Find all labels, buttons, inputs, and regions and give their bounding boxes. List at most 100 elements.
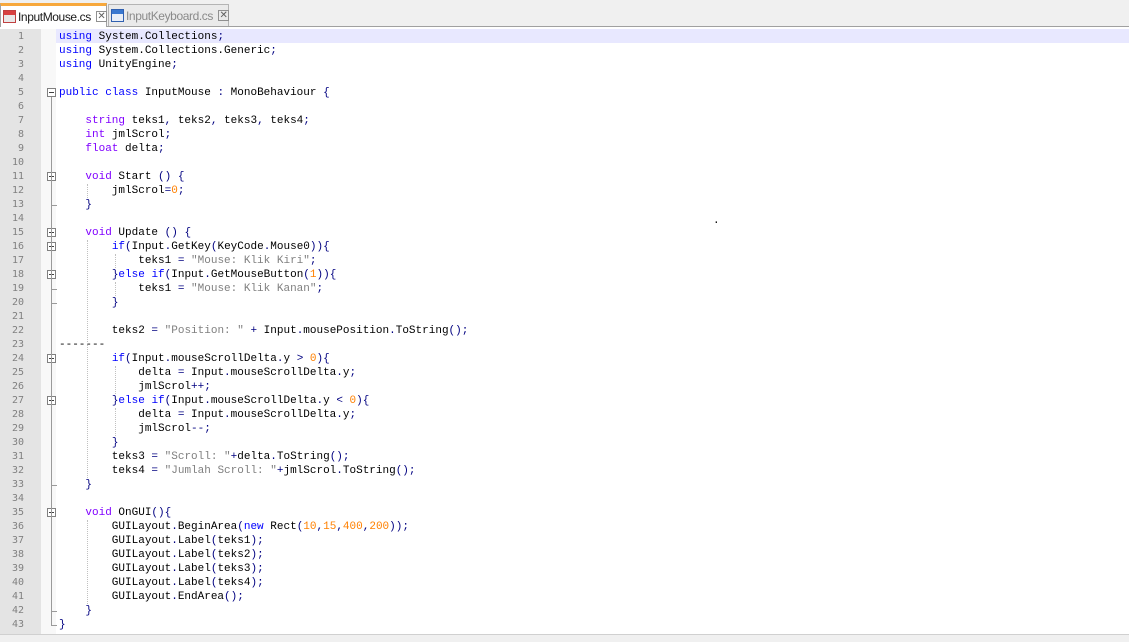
line-number: 33 <box>11 479 24 490</box>
code-line[interactable]: }else if(Input.GetMouseButton(1)){ <box>59 268 337 282</box>
code-line[interactable]: } <box>59 198 92 212</box>
line-number: 1 <box>17 31 24 42</box>
line-number: 22 <box>11 325 24 336</box>
line-number: 21 <box>11 311 24 322</box>
fold-end-marker <box>51 205 57 206</box>
line-number: 39 <box>11 563 24 574</box>
file-saved-icon <box>111 9 124 22</box>
fold-end-marker <box>51 611 57 612</box>
line-number: 11 <box>11 171 24 182</box>
line-number: 12 <box>11 185 24 196</box>
code-line[interactable]: using System.Collections.Generic; <box>59 44 277 58</box>
line-number: 40 <box>11 577 24 588</box>
line-number: 3 <box>17 59 24 70</box>
tab-bar: InputMouse.cs ✕ InputKeyboard.cs ✕ <box>0 0 1129 27</box>
indent-guide <box>115 408 116 436</box>
code-line[interactable]: GUILayout.Label(teks1); <box>59 534 264 548</box>
code-line[interactable]: if(Input.mouseScrollDelta.y > 0){ <box>59 352 330 366</box>
code-editor[interactable]: 1 2 3 4 5 6 7 8 9 10 11 12 13 14 15 16 17 18 19 20 21 22 23 24 2… <box>0 29 1129 634</box>
code-line[interactable]: jmlScrol=0; <box>59 184 185 198</box>
line-number: 17 <box>11 255 24 266</box>
line-number: 7 <box>17 115 24 126</box>
line-number: 2 <box>17 45 24 56</box>
line-number: 28 <box>11 409 24 420</box>
code-line[interactable]: void Update () { <box>59 226 191 240</box>
code-line[interactable]: jmlScrol--; <box>59 422 211 436</box>
indent-guide <box>115 282 116 296</box>
indent-guide <box>87 520 88 604</box>
fold-margin[interactable] <box>41 29 56 634</box>
line-number: 30 <box>11 437 24 448</box>
tab-label: InputMouse.cs <box>18 9 91 24</box>
code-line[interactable]: teks2 = "Position: " + Input.mousePositi… <box>59 324 469 338</box>
code-line[interactable]: } <box>59 618 66 632</box>
line-number: 18 <box>11 269 24 280</box>
line-number: 32 <box>11 465 24 476</box>
code-line[interactable]: using System.Collections; <box>59 30 224 44</box>
fold-end-marker <box>51 625 57 626</box>
code-line[interactable]: GUILayout.BeginArea(new Rect(10,15,400,2… <box>59 520 409 534</box>
code-line[interactable]: teks3 = "Scroll: "+delta.ToString(); <box>59 450 350 464</box>
line-number: 27 <box>11 395 24 406</box>
fold-line <box>51 97 52 625</box>
close-icon[interactable]: ✕ <box>218 10 229 21</box>
line-number: 4 <box>17 73 24 84</box>
line-number: 23 <box>11 339 24 350</box>
line-number: 29 <box>11 423 24 434</box>
line-number: 25 <box>11 367 24 378</box>
file-modified-icon <box>3 10 16 23</box>
line-number: 37 <box>11 535 24 546</box>
indent-guide <box>87 240 88 478</box>
line-number: 9 <box>17 143 24 154</box>
line-number: 31 <box>11 451 24 462</box>
tab-inputmouse[interactable]: InputMouse.cs ✕ <box>0 3 107 27</box>
line-number: 10 <box>11 157 24 168</box>
tab-label: InputKeyboard.cs <box>126 8 213 23</box>
line-number: 15 <box>11 227 24 238</box>
fold-end-marker <box>51 485 57 486</box>
indent-guide <box>115 254 116 268</box>
fold-toggle-icon[interactable] <box>47 88 56 97</box>
code-line[interactable]: string teks1, teks2, teks3, teks4; <box>59 114 309 128</box>
line-number-gutter: 1 2 3 4 5 6 7 8 9 10 11 12 13 14 15 16 17 18 19 20 21 22 23 24 2… <box>0 29 41 634</box>
line-number: 19 <box>11 283 24 294</box>
code-line[interactable]: float delta; <box>59 142 164 156</box>
code-line[interactable]: int jmlScrol; <box>59 128 171 142</box>
code-line[interactable]: teks1 = "Mouse: Klik Kiri"; <box>59 254 316 268</box>
code-line[interactable]: void Start () { <box>59 170 184 184</box>
close-icon[interactable]: ✕ <box>95 11 107 22</box>
code-line[interactable]: GUILayout.Label(teks3); <box>59 562 264 576</box>
code-line[interactable]: teks4 = "Jumlah Scroll: "+jmlScrol.ToStr… <box>59 464 416 478</box>
code-line[interactable]: if(Input.GetKey(KeyCode.Mouse0)){ <box>59 240 330 254</box>
line-number: 8 <box>17 129 24 140</box>
line-number: 6 <box>17 101 24 112</box>
line-number: 43 <box>11 619 24 630</box>
code-line[interactable]: void OnGUI(){ <box>59 506 171 520</box>
code-line[interactable]: } <box>59 296 119 310</box>
code-line[interactable]: } <box>59 478 92 492</box>
code-line[interactable]: using UnityEngine; <box>59 58 178 72</box>
line-number: 35 <box>11 507 24 518</box>
code-line[interactable]: }else if(Input.mouseScrollDelta.y < 0){ <box>59 394 370 408</box>
code-line[interactable]: } <box>59 604 92 618</box>
line-number: 13 <box>11 199 24 210</box>
code-line[interactable]: ------- <box>59 338 105 352</box>
line-number: 36 <box>11 521 24 532</box>
code-line[interactable]: public class InputMouse : MonoBehaviour … <box>59 86 330 100</box>
code-line[interactable]: delta = Input.mouseScrollDelta.y; <box>59 408 356 422</box>
line-number: 41 <box>11 591 24 602</box>
code-line[interactable]: teks1 = "Mouse: Klik Kanan"; <box>59 282 323 296</box>
code-line[interactable]: } <box>59 436 119 450</box>
line-number: 34 <box>11 493 24 504</box>
line-number: 5 <box>17 87 24 98</box>
code-line[interactable]: GUILayout.Label(teks4); <box>59 576 264 590</box>
line-number: 14 <box>11 213 24 224</box>
line-number: 26 <box>11 381 24 392</box>
line-number: 38 <box>11 549 24 560</box>
code-line[interactable]: jmlScrol++; <box>59 380 211 394</box>
code-line[interactable]: delta = Input.mouseScrollDelta.y; <box>59 366 356 380</box>
tab-inputkeyboard[interactable]: InputKeyboard.cs ✕ <box>108 4 229 26</box>
code-line[interactable]: GUILayout.Label(teks2); <box>59 548 264 562</box>
line-number: 42 <box>11 605 24 616</box>
fold-end-marker <box>51 289 57 290</box>
